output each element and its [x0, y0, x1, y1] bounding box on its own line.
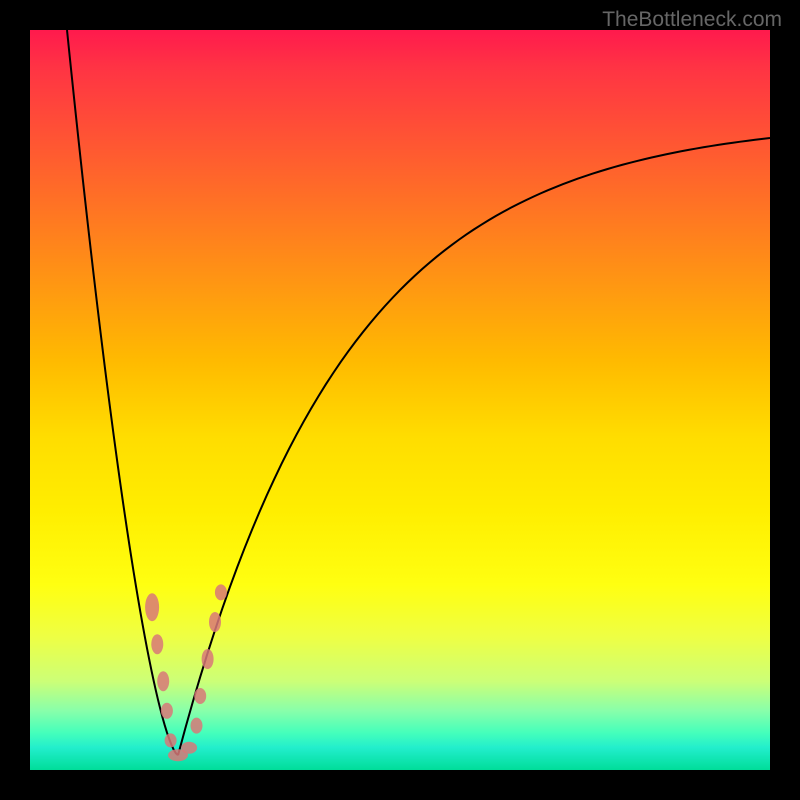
data-points-group: [145, 584, 227, 761]
data-point-1: [151, 634, 163, 654]
watermark-text: TheBottleneck.com: [602, 8, 782, 32]
data-point-0: [145, 593, 159, 621]
data-point-7: [191, 718, 203, 734]
data-point-4: [165, 733, 177, 747]
data-point-10: [209, 612, 221, 632]
chart-plot-area: [30, 30, 770, 770]
data-point-2: [157, 671, 169, 691]
data-point-9: [202, 649, 214, 669]
curve-group: [67, 30, 770, 755]
data-point-3: [161, 703, 173, 719]
data-point-11: [215, 584, 227, 600]
data-point-6: [181, 742, 197, 754]
chart-svg: [30, 30, 770, 770]
right-curve-path: [178, 138, 770, 755]
data-point-8: [194, 688, 206, 704]
